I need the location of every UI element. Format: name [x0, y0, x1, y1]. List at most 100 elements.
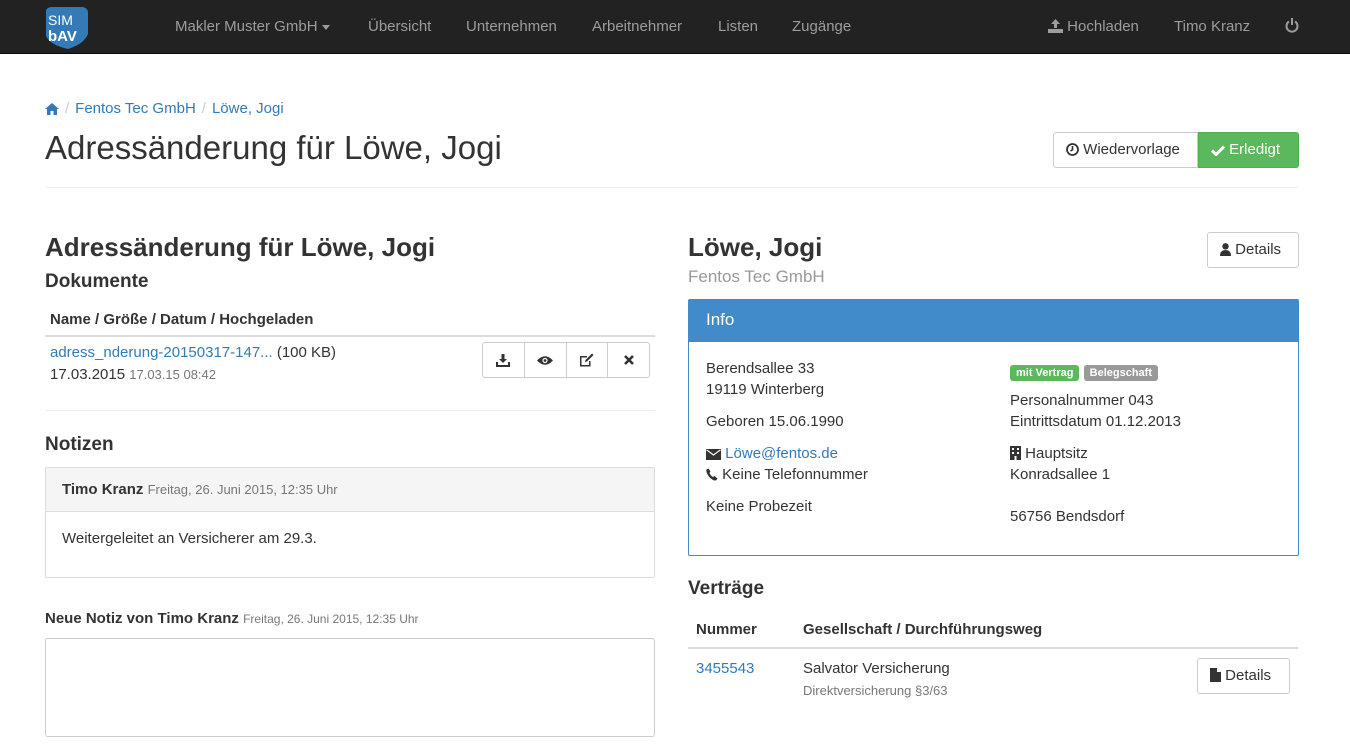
document-link[interactable]: adress_nderung-20150317-147... [50, 344, 273, 361]
site-city: 56756 Bendsdorf [1010, 508, 1125, 525]
new-note-timestamp: Freitag, 26. Juni 2015, 12:35 Uhr [243, 612, 419, 626]
home-icon [45, 103, 59, 115]
user-icon [1220, 243, 1231, 256]
page-title: Adressänderung für Löwe, Jogi [45, 129, 502, 166]
nav-broker-label: Makler Muster GmbH [175, 18, 318, 35]
contract-details-button[interactable]: Details [1197, 658, 1290, 694]
breadcrumb-separator: / [65, 100, 70, 117]
edit-icon [580, 353, 594, 367]
nav-additions[interactable]: Zugänge [792, 17, 851, 37]
document-date-row: 17.03.2015 17.03.15 08:42 [50, 366, 216, 384]
employee-badges: mit Vertrag Belegschaft [1010, 362, 1158, 382]
envelope-icon [706, 449, 721, 460]
clock-icon [1066, 143, 1079, 156]
entry-date: Eintrittsdatum 01.12.2013 [1010, 413, 1181, 430]
employee-company: Fentos Tec GmbH [688, 267, 825, 286]
employee-street: Berendsallee 33 [706, 360, 815, 377]
contracts-header-company: Gesellschaft / Durchführungsweg [803, 621, 1043, 638]
breadcrumb-employee[interactable]: Löwe, Jogi [212, 100, 284, 117]
notes-title: Notizen [45, 434, 114, 455]
employee-phone-row: Keine Telefonnummer [706, 465, 868, 485]
employee-details-label: Details [1235, 241, 1282, 258]
logout-button[interactable] [1285, 17, 1299, 37]
document-actions [482, 342, 650, 378]
badge-contract: mit Vertrag [1010, 365, 1080, 381]
nav-overview[interactable]: Übersicht [368, 17, 431, 37]
delete-icon [623, 355, 634, 365]
simbav-logo[interactable]: SIM bAV [44, 6, 90, 50]
breadcrumb-separator: / [201, 100, 206, 117]
building-icon [1010, 446, 1021, 460]
download-icon [496, 353, 511, 367]
table-header-line [45, 335, 655, 337]
note-timestamp: Freitag, 26. Juni 2015, 12:35 Uhr [147, 482, 338, 497]
documents-title: Dokumente [45, 271, 149, 292]
note-header: Timo Kranz Freitag, 26. Juni 2015, 12:35… [46, 468, 654, 512]
breadcrumb-company[interactable]: Fentos Tec GmbH [75, 100, 196, 117]
contracts-header-number: Nummer [696, 621, 757, 638]
employee-email-row: Löwe@fentos.de [706, 444, 838, 464]
divider [45, 410, 655, 411]
contract-company: Salvator Versicherung [803, 660, 950, 677]
site-street: Konradsallee 1 [1010, 466, 1111, 483]
document-row: adress_nderung-20150317-147... (100 KB) [50, 344, 336, 362]
breadcrumb: / Fentos Tec GmbH / Löwe, Jogi [45, 100, 284, 118]
new-note-label: Neue Notiz von Timo Kranz Freitag, 26. J… [45, 610, 419, 627]
edit-button[interactable] [565, 342, 609, 378]
done-button[interactable]: Erledigt [1198, 132, 1299, 168]
upload-icon [1048, 19, 1063, 33]
resubmit-label: Wiedervorlage [1083, 141, 1180, 158]
site-name: Hauptsitz [1025, 445, 1088, 462]
note-panel: Timo Kranz Freitag, 26. Juni 2015, 12:35… [45, 467, 655, 578]
nav-upload[interactable]: Hochladen [1048, 17, 1139, 37]
breadcrumb-home[interactable] [45, 100, 59, 117]
info-panel: Info Berendsallee 33 19119 Winterberg Ge… [688, 299, 1299, 556]
employee-details-button[interactable]: Details [1207, 232, 1299, 268]
view-button[interactable] [523, 342, 567, 378]
file-icon [1210, 668, 1221, 682]
svg-text:SIM: SIM [48, 12, 73, 28]
table-header-line [688, 647, 1298, 649]
download-button[interactable] [482, 342, 525, 378]
nav-employees[interactable]: Arbeitnehmer [592, 17, 682, 37]
employee-birth: Geboren 15.06.1990 [706, 413, 844, 430]
caret-down-icon [321, 24, 330, 30]
task-title: Adressänderung für Löwe, Jogi [45, 232, 436, 262]
nav-upload-label: Hochladen [1067, 18, 1139, 35]
document-date: 17.03.2015 [50, 366, 126, 383]
eye-icon [537, 355, 554, 365]
employee-email-link[interactable]: Löwe@fentos.de [725, 445, 838, 462]
contract-number-link[interactable]: 3455543 [696, 660, 754, 677]
contract-details-label: Details [1225, 667, 1272, 684]
badge-staff: Belegschaft [1083, 365, 1158, 381]
employee-city: 19119 Winterberg [706, 381, 825, 398]
site-row: Hauptsitz [1010, 444, 1088, 464]
resubmit-button[interactable]: Wiedervorlage [1053, 132, 1198, 168]
document-size: (100 KB) [276, 344, 337, 361]
contract-type: Direktversicherung §3/63 [803, 683, 948, 698]
contracts-title: Verträge [688, 578, 765, 599]
nav-broker-dropdown[interactable]: Makler Muster GmbH [175, 17, 330, 37]
delete-button[interactable] [607, 342, 650, 378]
power-icon [1285, 18, 1299, 33]
svg-text:bAV: bAV [48, 28, 77, 45]
top-navbar: SIM bAV Makler Muster GmbH Übersicht Unt… [0, 0, 1350, 54]
note-text: Weitergeleitet an Versicherer am 29.3. [62, 530, 317, 547]
employee-probation: Keine Probezeit [706, 498, 812, 515]
info-panel-title: Info [689, 300, 1298, 342]
check-icon [1210, 145, 1226, 157]
document-uploaded: 17.03.15 08:42 [129, 367, 216, 382]
documents-column-header: Name / Größe / Datum / Hochgeladen [50, 311, 314, 328]
employee-phone: Keine Telefonnummer [722, 466, 868, 483]
note-author: Timo Kranz [62, 481, 144, 498]
nav-lists[interactable]: Listen [718, 17, 758, 37]
nav-user[interactable]: Timo Kranz [1174, 17, 1250, 37]
phone-icon [706, 468, 718, 481]
new-note-textarea[interactable] [45, 638, 655, 737]
done-label: Erledigt [1229, 141, 1281, 158]
nav-companies[interactable]: Unternehmen [466, 17, 557, 37]
personnel-number: Personalnummer 043 [1010, 392, 1154, 409]
divider [45, 187, 1299, 188]
new-note-author: Neue Notiz von Timo Kranz [45, 610, 239, 627]
employee-name: Löwe, Jogi [688, 232, 823, 262]
